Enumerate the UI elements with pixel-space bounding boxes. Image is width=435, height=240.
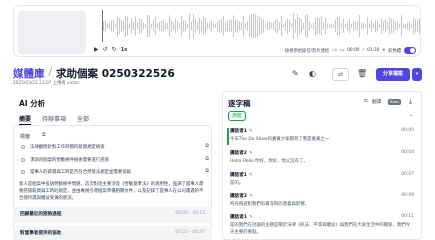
jump-icon[interactable]: ⧉ — [205, 143, 209, 149]
speaker-label[interactable]: 講話者1 ✎ — [230, 214, 253, 220]
playback-rate-button[interactable]: 1x — [121, 47, 128, 53]
edit-speaker-icon[interactable]: ✎ — [249, 215, 253, 220]
translate-button[interactable]: 翻譯 — [372, 99, 381, 105]
download-icon[interactable]: ⤓ — [409, 97, 412, 106]
chevron-down-icon[interactable]: ⌄ — [409, 112, 413, 118]
delete-icon[interactable]: 🗑︎ — [357, 69, 367, 79]
highlight-toggle-label: 彩色標 — [388, 48, 401, 54]
jump-icon[interactable]: ⧉ — [205, 168, 209, 174]
copy-icon[interactable]: ⧉ — [42, 132, 46, 138]
edit-icon[interactable]: ✎ — [292, 69, 299, 79]
forward-icon[interactable]: ↻ — [112, 46, 117, 54]
tab-summary[interactable]: 摘要 — [19, 114, 32, 125]
source-link[interactable]: 檢視原始錄音/影片連結 — [285, 48, 329, 54]
list-item: 當事人的薪資與工時是否符合勞基法規定並需要協助 ⧉ — [21, 168, 211, 177]
breadcrumb-separator: / — [48, 66, 53, 78]
transcript-segment[interactable]: 講話者2 ✎ 00:09 時光飛逝對我們有著深刻的意義與影響。 — [228, 193, 414, 211]
speaker-label[interactable]: 講話者1 ✎ — [230, 128, 253, 134]
summary-paragraph: 客人是個案中投訴勞動條件問題，這次對話主要涉及《勞動基準法》的適用性，強調了當事… — [19, 182, 204, 201]
accordion-item[interactable]: 回顧最近的諮詢過程 00:00 - 00:12 — [13, 207, 212, 223]
active-segment-indicator — [227, 128, 229, 145]
share-dropdown-button[interactable]: ▾ — [412, 68, 422, 81]
replay-icon[interactable]: ↺ — [103, 46, 108, 54]
total-time: 01:30 — [367, 48, 380, 53]
transcript-segment[interactable]: 講話者2 ✎ 00:04 Hello Hello 你好，你好，你父沒有了。 — [228, 150, 414, 168]
jump-icon[interactable]: ⧉ — [205, 156, 209, 162]
bullet-icon — [21, 170, 25, 174]
edit-speaker-icon[interactable]: ✎ — [249, 194, 253, 199]
volume-icon[interactable]: 🔊︎ — [382, 48, 385, 53]
page-title: 媒體庫 / 求助個案 0250322526 — [13, 66, 175, 81]
like-icon[interactable]: 👍︎ — [332, 48, 337, 53]
segment-text: Hello Hello 你好，你好，你父沒有了。 — [230, 159, 308, 164]
transcript-title: 逐字稿 — [228, 99, 251, 108]
breadcrumb-media-library[interactable]: 媒體庫 — [13, 66, 45, 81]
segment-text: 今天The Do Show的嘉賓大家都到了我是嘉賓之一 — [230, 137, 330, 142]
speaker-label[interactable]: 講話者2 ✎ — [230, 193, 253, 199]
segment-time[interactable]: 00:04 — [401, 150, 414, 155]
segment-time[interactable]: 00:07 — [401, 172, 414, 177]
list-item: 法律顧問針對工作時間的薪資規定檢查 ⧉ — [21, 143, 211, 152]
edit-speaker-icon[interactable]: ✎ — [249, 173, 253, 178]
segment-time[interactable]: 00:09 — [401, 193, 414, 198]
transcript-segment[interactable]: 講話者1 ✎ 00:00 今天The Do Show的嘉賓大家都到了我是嘉賓之一 — [227, 128, 414, 146]
time-separator: / — [362, 48, 364, 53]
segment-time[interactable]: 00:11 — [401, 214, 414, 219]
playback-controls: ▶ ↺ ↻ 1x — [94, 45, 127, 55]
audio-player: ▶ ↺ ↻ 1x 檢視原始錄音/影片連結 👍︎ 👎︎ 00:00 / 01:30… — [13, 5, 421, 57]
share-button[interactable]: 分享檔案 — [376, 68, 410, 81]
player-info: 檢視原始錄音/影片連結 👍︎ 👎︎ 00:00 / 01:30 🔊︎ 彩色標 — [285, 47, 416, 54]
beta-badge: Beta — [388, 99, 401, 105]
segment-time[interactable]: 00:00 — [401, 128, 414, 133]
speaker-label[interactable]: 講話者1 ✎ — [230, 172, 253, 178]
accordion-item[interactable]: 對當事者提供的協助 00:22 - 00:37 — [13, 226, 212, 240]
move-button[interactable]: ⇄ — [332, 68, 349, 81]
play-icon[interactable]: ▶ — [94, 46, 99, 54]
bullet-icon — [21, 158, 25, 162]
ai-tabs: 摘要 待辦事項 全部 — [19, 114, 89, 125]
audio-waveform[interactable] — [102, 10, 420, 42]
ai-analysis-title: AI 分析 — [19, 99, 46, 108]
transcript-segment[interactable]: 講話者1 ✎ 00:07 是的。 — [228, 172, 414, 190]
segment-text: 時光飛逝對我們有著深刻的意義與影響。 — [230, 202, 310, 207]
transcript-segment[interactable]: 講話者1 ✎ 00:11 是的我們在討論的主題是關於法律《民法．平等與權益》與我們… — [228, 214, 414, 240]
current-time: 00:00 — [347, 48, 360, 53]
segment-text: 是的。 — [230, 181, 244, 186]
speaker-label[interactable]: 講話者2 ✎ — [230, 150, 253, 156]
file-meta: 2025/03/22 23:07 上傳者 victor — [13, 81, 80, 86]
edit-speaker-icon[interactable]: ✎ — [249, 129, 253, 134]
dislike-icon[interactable]: 👎︎ — [340, 48, 344, 53]
highlight-toggle[interactable] — [404, 47, 416, 54]
segment-text: 是的我們在討論的主題是關於法律《民法．平等與權益》與我們在大家生活中的關係，我們… — [230, 223, 411, 235]
palette-icon[interactable]: ◐ — [309, 69, 316, 79]
tab-all[interactable]: 全部 — [77, 114, 89, 125]
move-icon: ⇄ — [337, 71, 344, 78]
video-thumbnail[interactable] — [18, 11, 86, 54]
bullet-icon — [21, 145, 25, 149]
file-title: 求助個案 0250322526 — [56, 68, 175, 80]
edit-speaker-icon[interactable]: ✎ — [249, 151, 253, 156]
list-item: 求助的個案的勞動條件檢查需要進行諮詢 ⧉ — [21, 156, 211, 165]
original-transcript-chip[interactable]: 原稿 — [228, 111, 246, 121]
tab-todo[interactable]: 待辦事項 — [42, 114, 66, 125]
tags-label: 標籤 — [20, 134, 31, 140]
translate-icon[interactable]: ⇆ — [364, 99, 368, 104]
